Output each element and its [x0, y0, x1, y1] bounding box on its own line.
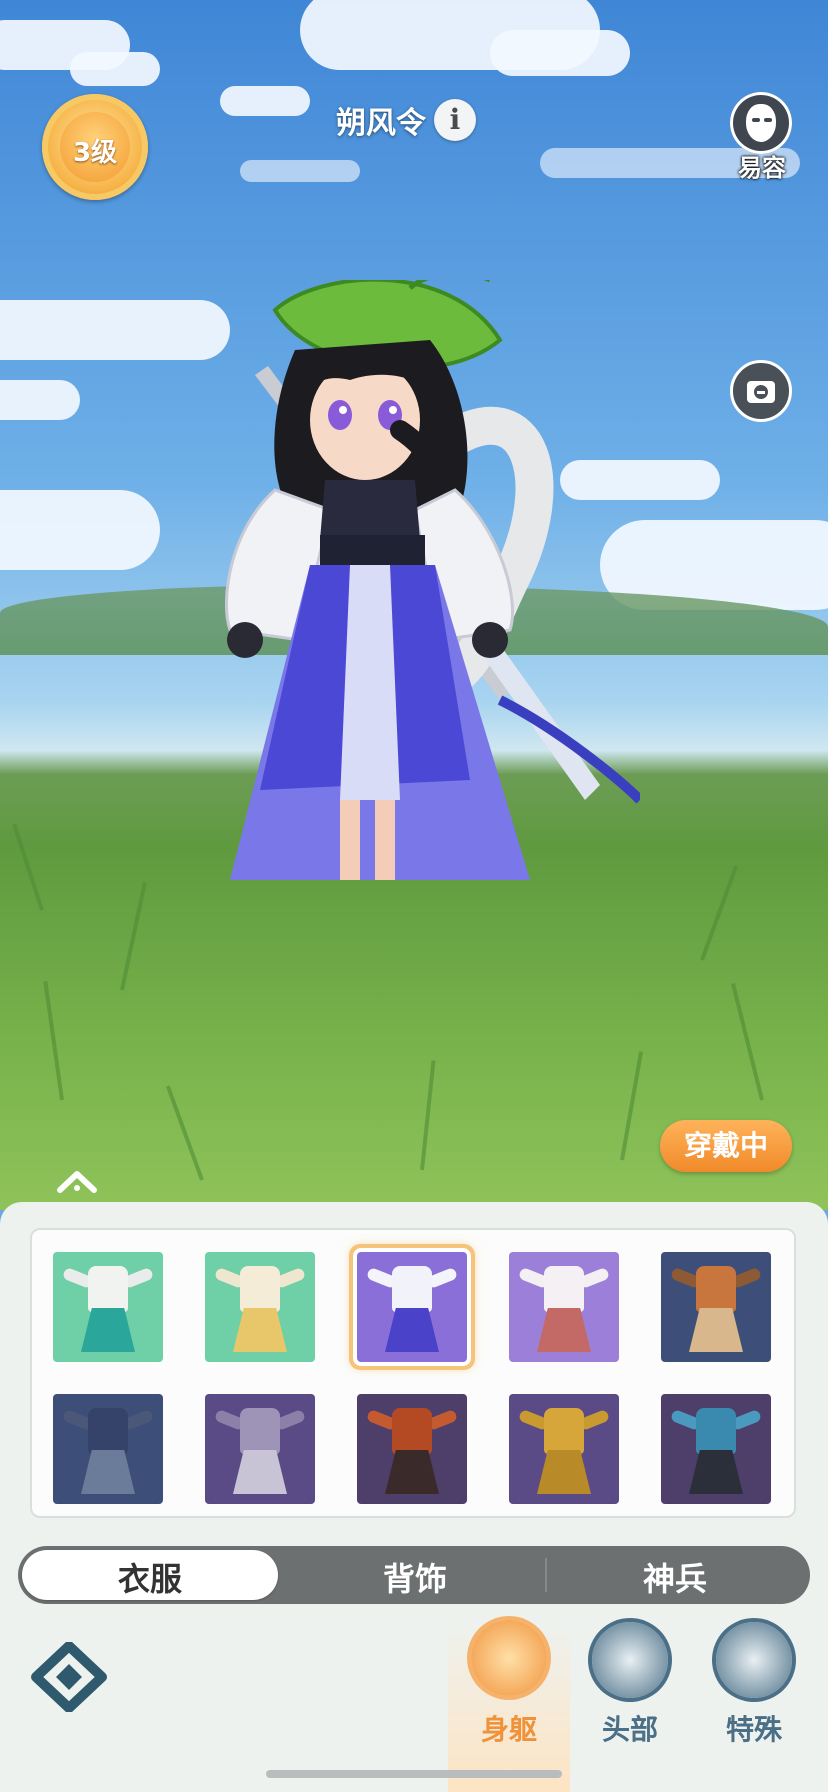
outfit-torso — [392, 1266, 432, 1312]
grass — [420, 1060, 436, 1171]
cloud — [490, 30, 630, 76]
outfit-item[interactable] — [205, 1252, 315, 1362]
grass — [165, 1085, 204, 1181]
cloud — [70, 52, 160, 86]
camera-button[interactable] — [730, 360, 792, 422]
costume-title: 朔风令 — [336, 106, 426, 141]
outfit-torso — [392, 1408, 432, 1454]
body-icon — [471, 1620, 547, 1696]
face-customize-label: 易容 — [738, 154, 786, 182]
head-icon — [592, 1622, 668, 1698]
mask-eye — [752, 118, 760, 122]
outfit-skirt — [81, 1308, 135, 1352]
outfit-skirt — [81, 1450, 135, 1494]
cloud — [240, 160, 360, 182]
outfit-skirt — [537, 1308, 591, 1352]
nav-head-label: 头部 — [601, 1713, 658, 1746]
grass — [43, 980, 64, 1101]
outfit-skirt — [385, 1308, 439, 1352]
equipped-badge: 穿戴中 — [660, 1120, 792, 1172]
grass — [12, 823, 44, 911]
outfit-torso — [240, 1266, 280, 1312]
outfit-torso — [696, 1266, 736, 1312]
outfit-torso — [696, 1408, 736, 1454]
grass — [700, 865, 739, 961]
grass — [620, 1051, 644, 1161]
outfit-skirt — [689, 1308, 743, 1352]
outfit-torso — [544, 1266, 584, 1312]
face-customize-button[interactable] — [730, 92, 792, 154]
level-badge[interactable]: 3级 — [36, 88, 154, 206]
outfit-item[interactable] — [661, 1252, 771, 1362]
diamond-menu-icon[interactable] — [26, 1642, 112, 1712]
outfit-skirt — [385, 1450, 439, 1494]
info-icon[interactable]: i — [434, 99, 476, 141]
outfit-item[interactable] — [357, 1252, 467, 1362]
special-icon — [716, 1622, 792, 1698]
chevron-up-icon[interactable] — [56, 1168, 98, 1194]
outfit-torso — [88, 1408, 128, 1454]
outfit-item[interactable] — [509, 1394, 619, 1504]
outfit-item[interactable] — [205, 1394, 315, 1504]
outfit-skirt — [537, 1450, 591, 1494]
outfit-skirt — [233, 1308, 287, 1352]
tab-weapon[interactable]: 神兵 — [560, 1554, 790, 1604]
outfit-item[interactable] — [509, 1252, 619, 1362]
tab-clothes[interactable]: 衣服 — [22, 1554, 278, 1604]
nav-body[interactable]: 身躯 — [448, 1620, 570, 1792]
outfit-item[interactable] — [53, 1394, 163, 1504]
outfit-skirt — [689, 1450, 743, 1494]
grass — [731, 983, 764, 1101]
outfit-item[interactable] — [661, 1394, 771, 1504]
cloud — [0, 380, 80, 420]
nav-special[interactable]: 特殊 — [702, 1622, 792, 1762]
mask-eye — [764, 118, 772, 122]
level-text: 3级 — [72, 138, 118, 168]
tab-back-accessory[interactable]: 背饰 — [300, 1554, 530, 1604]
outfit-item[interactable] — [357, 1394, 467, 1504]
nav-body-label: 身躯 — [480, 1713, 537, 1746]
outfit-torso — [88, 1266, 128, 1312]
character-model[interactable] — [200, 280, 640, 1040]
nav-head[interactable]: 头部 — [578, 1622, 668, 1762]
cloud — [0, 300, 230, 360]
grass — [120, 881, 147, 991]
home-indicator — [266, 1770, 562, 1778]
camera-lens-bar — [757, 391, 765, 394]
mask-icon — [746, 104, 776, 142]
cloud — [0, 490, 160, 570]
outfit-torso — [544, 1408, 584, 1454]
costume-title-bar: 朔风令 i — [336, 98, 476, 142]
outfit-item[interactable] — [53, 1252, 163, 1362]
tab-divider — [545, 1558, 547, 1592]
nav-special-label: 特殊 — [725, 1713, 782, 1746]
outfit-torso — [240, 1408, 280, 1454]
outfit-skirt — [233, 1450, 287, 1494]
cloud — [220, 86, 310, 116]
